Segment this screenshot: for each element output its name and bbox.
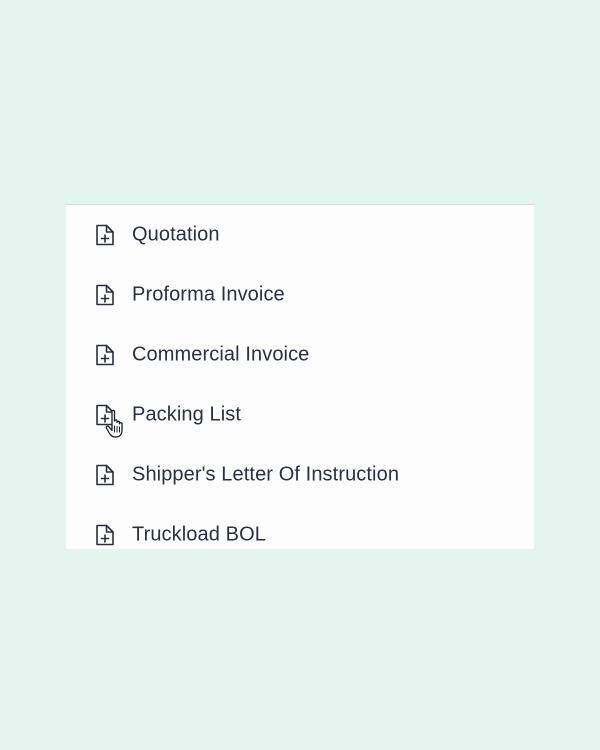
file-plus-icon [94, 343, 116, 367]
file-plus-icon [94, 223, 116, 247]
file-plus-icon [94, 283, 116, 307]
menu-item-label: Packing List [132, 403, 242, 426]
menu-item-shippers-letter-of-instruction[interactable]: Shipper's Letter Of Instruction [66, 445, 534, 505]
menu-item-label: Truckload BOL [132, 523, 266, 546]
file-plus-icon [94, 463, 116, 487]
menu-item-label: Commercial Invoice [132, 343, 310, 366]
menu-item-packing-list[interactable]: Packing List [66, 385, 534, 445]
menu-item-truckload-bol[interactable]: Truckload BOL [66, 505, 534, 549]
menu-item-label: Proforma Invoice [132, 283, 285, 306]
menu-item-label: Quotation [132, 223, 220, 246]
menu-item-quotation[interactable]: Quotation [66, 205, 534, 265]
menu-item-label: Shipper's Letter Of Instruction [132, 463, 400, 486]
file-plus-icon [94, 523, 116, 547]
menu-item-proforma-invoice[interactable]: Proforma Invoice [66, 265, 534, 325]
menu-item-commercial-invoice[interactable]: Commercial Invoice [66, 325, 534, 385]
file-plus-icon [94, 403, 116, 427]
document-type-menu: Quotation Proforma Invoice Commercial In… [66, 204, 534, 549]
